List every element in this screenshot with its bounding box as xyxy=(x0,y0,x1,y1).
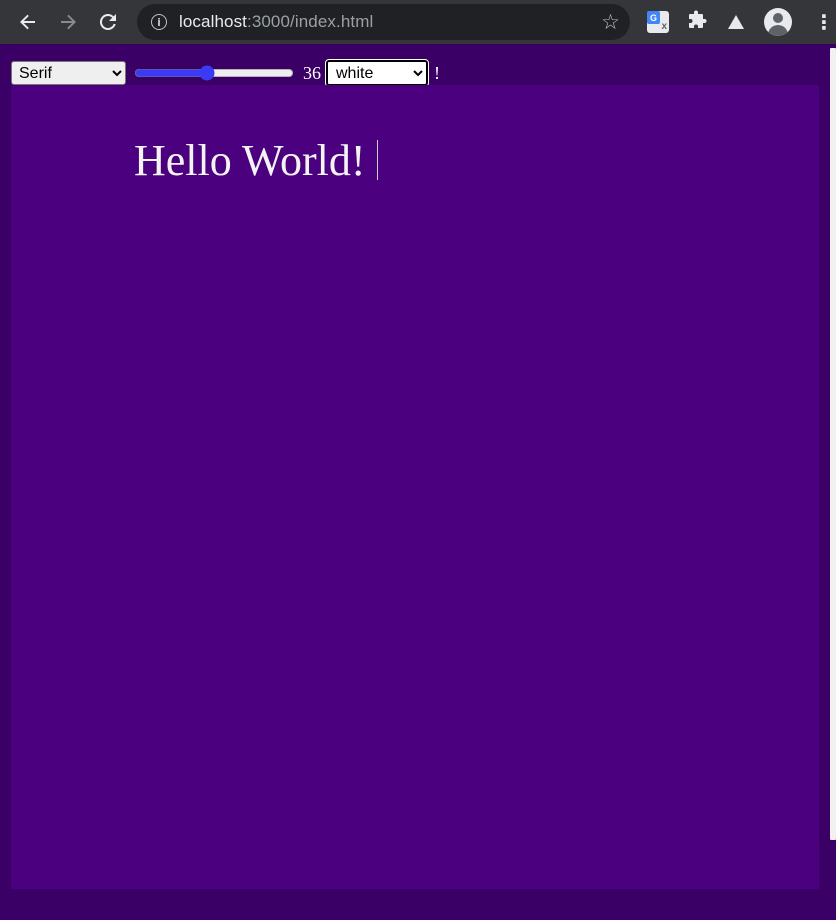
text-cursor xyxy=(377,140,378,180)
profile-avatar-icon[interactable] xyxy=(764,8,792,36)
forward-arrow-icon[interactable] xyxy=(48,2,88,42)
kebab-menu-icon[interactable]: ⋮ xyxy=(814,12,834,32)
trailing-text: ! xyxy=(434,62,440,83)
translate-x-glyph: x xyxy=(661,21,667,32)
bookmark-star-icon[interactable]: ☆ xyxy=(601,10,620,34)
font-size-slider[interactable] xyxy=(134,65,294,81)
browser-toolbar: i localhost:3000/index.html ☆ G x ⋮ xyxy=(0,0,836,44)
back-arrow-icon[interactable] xyxy=(8,2,48,42)
text-color-select[interactable]: white xyxy=(325,59,429,87)
avatar-body xyxy=(768,25,788,36)
url-path: :3000/index.html xyxy=(247,12,374,31)
page-viewport: Serif 36 white ! Hello World! xyxy=(0,44,836,920)
font-size-readout: 36 xyxy=(303,62,321,83)
address-bar[interactable]: i localhost:3000/index.html ☆ xyxy=(137,4,630,40)
url-host: localhost xyxy=(179,12,247,31)
extensions-puzzle-icon[interactable] xyxy=(688,10,708,35)
labs-flask-icon[interactable] xyxy=(728,15,744,29)
canvas-headline[interactable]: Hello World! xyxy=(134,139,366,183)
google-translate-icon[interactable]: G x xyxy=(647,11,669,33)
site-info-icon[interactable]: i xyxy=(151,14,167,30)
controls-bar: Serif 36 white ! xyxy=(11,59,440,87)
url-text[interactable]: localhost:3000/index.html xyxy=(179,12,373,32)
extensions-area: G x ⋮ xyxy=(642,0,834,44)
reload-icon[interactable] xyxy=(88,2,128,42)
translate-g-glyph: G xyxy=(647,11,660,24)
vertical-scrollbar[interactable] xyxy=(828,44,836,920)
scrollbar-thumb[interactable] xyxy=(830,48,836,840)
avatar-head xyxy=(773,13,783,23)
font-family-select[interactable]: Serif xyxy=(11,61,126,85)
text-canvas[interactable]: Hello World! xyxy=(11,85,819,889)
